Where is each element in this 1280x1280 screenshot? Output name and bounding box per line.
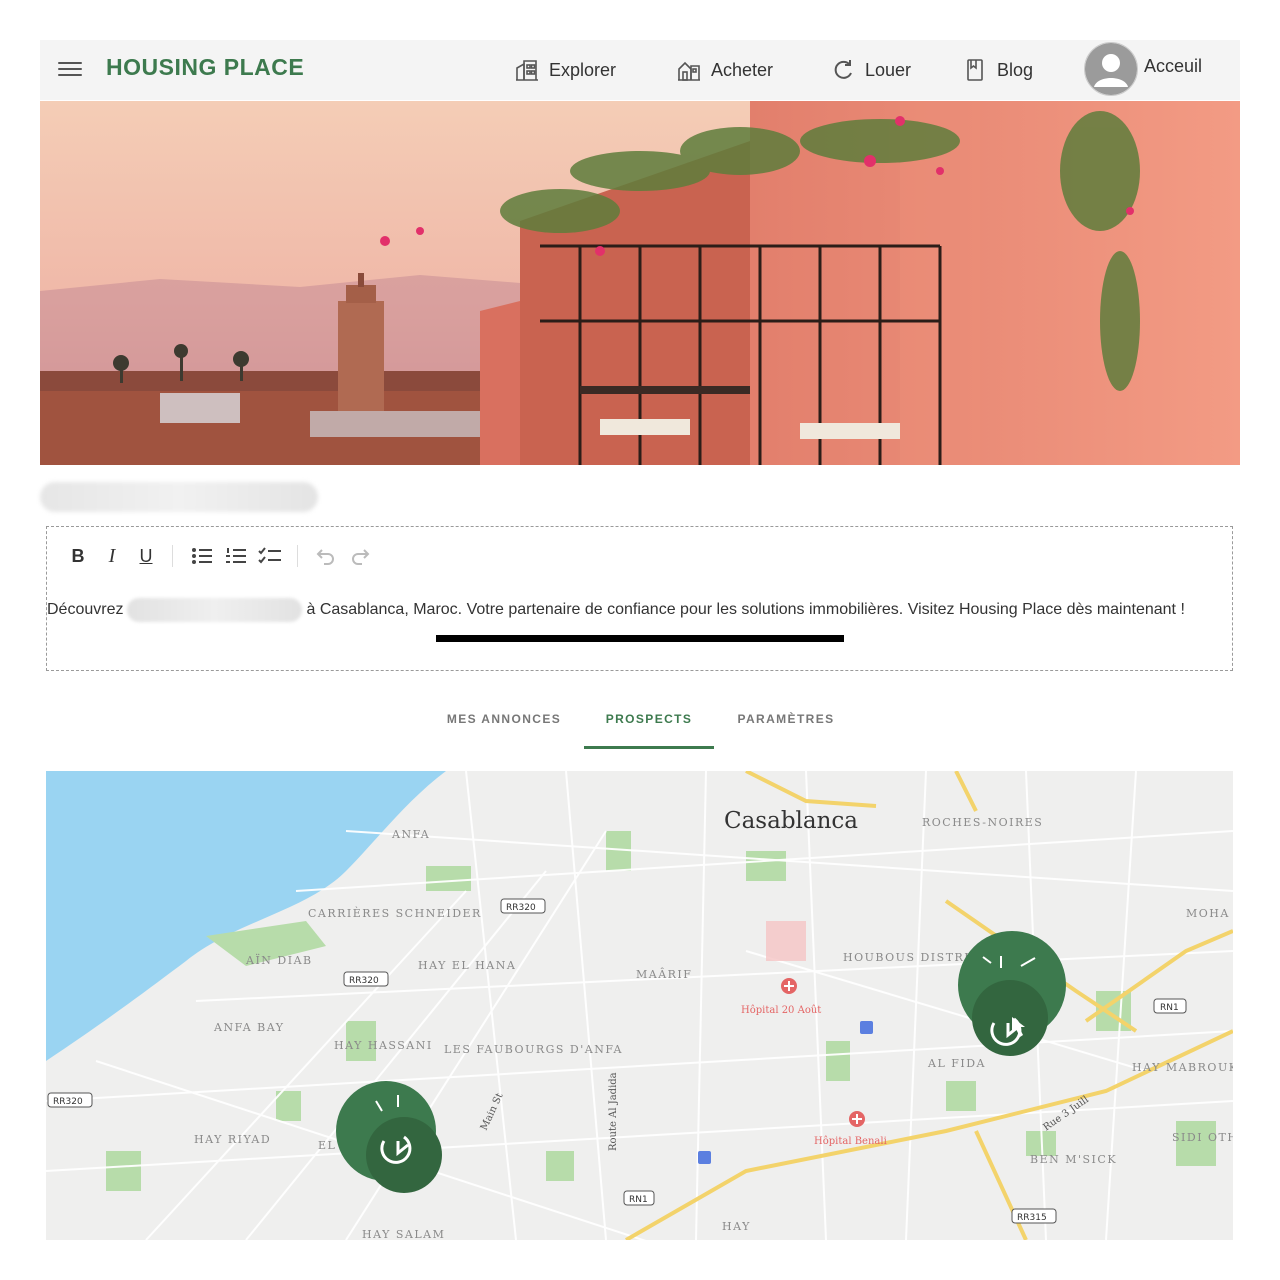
bold-button[interactable]: B — [65, 543, 91, 569]
district-label: BEN M'SICK — [1030, 1153, 1117, 1166]
district-label: ANFA BAY — [213, 1021, 285, 1034]
redo-icon[interactable] — [347, 543, 373, 569]
toolbar-divider — [172, 545, 173, 567]
undo-icon[interactable] — [313, 543, 339, 569]
district-label: HAY RIYAD — [194, 1133, 271, 1146]
building-icon — [516, 60, 538, 81]
hero-banner-image — [40, 101, 1240, 465]
district-label: SIDI OTHMANE — [1172, 1131, 1233, 1144]
svg-text:RR315: RR315 — [1017, 1213, 1047, 1223]
underline-button[interactable]: U — [133, 543, 159, 569]
nav-explorer[interactable]: Explorer — [514, 54, 616, 86]
description-editor[interactable]: B I U Découvrez à Casablanca, Maroc. Votr… — [46, 526, 1233, 671]
tab-mes-annonces[interactable]: MES ANNONCES — [438, 712, 570, 726]
nav-louer[interactable]: Louer — [830, 54, 911, 86]
district-label: AÏN DIAB — [245, 953, 313, 967]
tram-stop-icon[interactable] — [860, 1021, 873, 1034]
nav-acheter[interactable]: Acheter — [676, 54, 773, 86]
district-label: LES FAUBOURGS D'ANFA — [444, 1043, 623, 1056]
top-navbar: HOUSING PLACE Explorer Acheter Louer Blo… — [40, 40, 1240, 100]
district-label: HAY HASSANI — [334, 1039, 433, 1052]
checklist-icon[interactable] — [257, 543, 283, 569]
district-label: HAY MABROUKA — [1132, 1061, 1233, 1074]
district-label: MOHA — [1186, 907, 1230, 920]
editor-toolbar: B I U — [47, 527, 1232, 585]
road-label: Route Al Jadida — [608, 1072, 619, 1151]
district-label: ANFA — [391, 828, 430, 841]
svg-text:RR320: RR320 — [506, 903, 536, 913]
bullet-list-icon[interactable] — [189, 543, 215, 569]
numbered-list-icon[interactable] — [223, 543, 249, 569]
refresh-icon — [834, 60, 852, 79]
tab-prospects[interactable]: PROSPECTS — [584, 712, 714, 726]
hamburger-menu-icon[interactable] — [58, 58, 82, 78]
toolbar-divider — [297, 545, 298, 567]
svg-text:RR320: RR320 — [53, 1097, 83, 1107]
svg-text:RN1: RN1 — [1160, 1003, 1179, 1013]
district-label: AL FIDA — [927, 1057, 986, 1070]
district-label: MAÂRIF — [636, 967, 692, 981]
svg-text:RR320: RR320 — [349, 976, 379, 986]
property-marker[interactable] — [336, 1081, 442, 1193]
hospital-area — [766, 921, 806, 961]
hospital-label-1: Hôpital 20 Août — [741, 1005, 821, 1016]
nav-blog-label: Blog — [997, 59, 1034, 80]
district-label: EL — [318, 1139, 336, 1152]
redacted-business-name — [127, 597, 303, 622]
housing-place-logo[interactable]: HOUSING PLACE — [106, 54, 304, 81]
tram-stop-icon[interactable] — [698, 1151, 711, 1164]
editor-text-start: Découvrez — [47, 601, 124, 618]
property-marker[interactable] — [958, 931, 1066, 1056]
tab-parametres[interactable]: PARAMÈTRES — [726, 712, 846, 726]
city-label: Casablanca — [724, 808, 858, 834]
redacted-title — [40, 482, 318, 512]
district-label: HAY EL HANA — [418, 959, 516, 972]
house-icon — [678, 61, 700, 81]
district-label: HAY SALAM — [362, 1228, 445, 1240]
nav-explorer-label: Explorer — [549, 59, 617, 80]
hospital-label-2: Hôpital Benali — [814, 1136, 887, 1147]
nav-louer-label: Louer — [865, 59, 912, 80]
account-label[interactable]: Acceuil — [1144, 56, 1202, 77]
editor-content[interactable]: Découvrez à Casablanca, Maroc. Votre part… — [47, 595, 1233, 625]
district-label: HAY — [722, 1220, 751, 1233]
editor-text-rest: à Casablanca, Maroc. Votre partenaire de… — [306, 601, 1185, 618]
nav-blog[interactable]: Blog — [962, 54, 1033, 86]
prospects-map[interactable]: Hôpital 20 Août Hôpital Benali RR320 RR3… — [46, 771, 1233, 1240]
italic-button[interactable]: I — [99, 543, 125, 569]
district-label: CARRIÈRES SCHNEIDER — [308, 906, 482, 920]
user-avatar-icon[interactable] — [1084, 42, 1138, 96]
district-label: ROCHES-NOIRES — [922, 816, 1043, 829]
bookmark-icon — [967, 59, 983, 81]
redaction-bar — [436, 635, 844, 642]
nav-acheter-label: Acheter — [711, 59, 774, 80]
svg-text:RN1: RN1 — [629, 1195, 648, 1205]
active-tab-indicator — [584, 746, 714, 749]
